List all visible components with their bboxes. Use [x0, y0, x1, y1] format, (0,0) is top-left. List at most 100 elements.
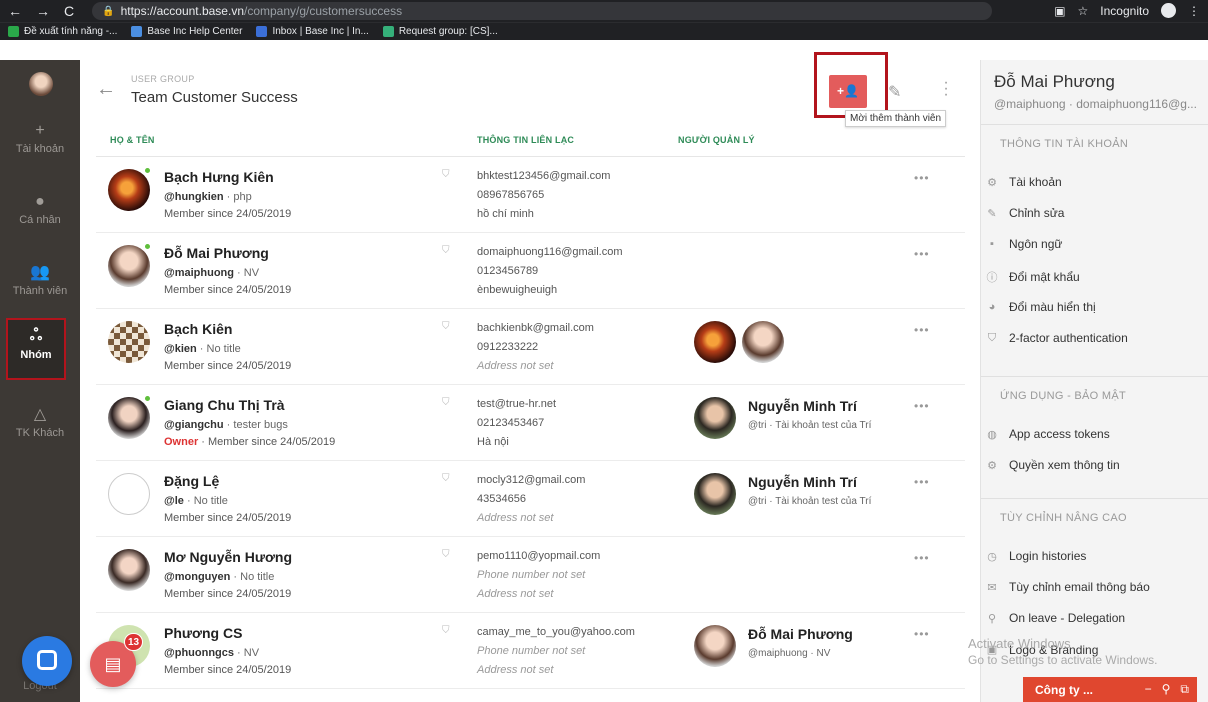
- chat-button[interactable]: [22, 636, 72, 686]
- row-more-icon[interactable]: •••: [914, 627, 930, 641]
- account-menu-item[interactable]: ✉ Tùy chỉnh email thông báo: [985, 580, 1149, 594]
- manager-name[interactable]: Nguyễn Minh Trí: [748, 474, 857, 490]
- contact-info: pemo1110@yopmail.com Phone number not set…: [477, 550, 601, 600]
- manager-avatar[interactable]: [742, 321, 784, 363]
- more-vertical-icon[interactable]: · · ·: [942, 75, 950, 103]
- account-menu-item[interactable]: ◷ Login histories: [985, 549, 1086, 563]
- contact-info: test@true-hr.net 02123453467 Hà nội: [477, 398, 557, 448]
- member-since: Member since 24/05/2019: [164, 664, 292, 676]
- avatar[interactable]: [108, 473, 150, 515]
- manager-avatar[interactable]: [694, 473, 736, 515]
- bookmark-favicon-icon: [256, 26, 268, 37]
- chat-icon: [37, 650, 57, 670]
- forward-arrow-icon[interactable]: →: [36, 3, 50, 19]
- member-since: Member since 24/05/2019: [164, 360, 292, 372]
- manager-avatar[interactable]: [694, 397, 736, 439]
- bookmark-item[interactable]: Đề xuất tính năng -...: [8, 26, 117, 37]
- row-more-icon[interactable]: •••: [914, 475, 930, 489]
- nav-item-tk-khach[interactable]: △ TK Khách: [0, 404, 80, 439]
- column-header-name: HỌ & TÊN: [110, 135, 155, 145]
- avatar[interactable]: [108, 397, 150, 439]
- account-menu-item[interactable]: ⓘ Đổi mật khẩu: [985, 269, 1080, 285]
- bookmark-item[interactable]: Request group: [CS]...: [382, 26, 498, 37]
- section-divider: [981, 376, 1208, 377]
- member-name[interactable]: Bạch Kiên: [164, 321, 232, 337]
- clock-icon: ◷: [987, 550, 997, 563]
- address-bar[interactable]: 🔒 https://account.base.vn/company/g/cust…: [92, 2, 993, 20]
- avatar[interactable]: [29, 72, 53, 96]
- table-row[interactable]: Mơ Nguyễn Hương @monguyen · No title Membe…: [96, 537, 965, 613]
- add-member-button[interactable]: +👤: [829, 75, 867, 108]
- left-navigation: + Tài khoản ● Cá nhân 👥 Thành viên ஃ Nhóm △ T…: [0, 60, 80, 702]
- bookmarks-bar: Đề xuất tính năng -... Base Inc Help Cent…: [0, 22, 1208, 40]
- table-row[interactable]: Giang Chu Thị Trà @giangchu · tester bugs…: [96, 385, 965, 461]
- back-arrow-icon[interactable]: ←: [96, 78, 116, 101]
- row-more-icon[interactable]: •••: [914, 171, 930, 185]
- table-row[interactable]: Bạch Hưng Kiên @hungkien · php Member sinc…: [96, 157, 965, 233]
- contact-info: bachkienbk@gmail.com 0912233222 Address no…: [477, 322, 594, 372]
- manager-avatar[interactable]: [694, 321, 736, 363]
- external-link-icon[interactable]: ⧉: [1180, 682, 1189, 697]
- member-name[interactable]: Phương CS: [164, 625, 242, 641]
- avatar[interactable]: [108, 549, 150, 591]
- nav-item-ca-nhan[interactable]: ● Cá nhân: [0, 193, 80, 226]
- member-name[interactable]: Đỗ Mai Phương: [164, 245, 269, 261]
- contact-info: mocly312@gmail.com 43534656 Address not se…: [477, 474, 586, 524]
- row-more-icon[interactable]: •••: [914, 551, 930, 565]
- pencil-icon[interactable]: ✎: [888, 82, 901, 102]
- manager-name[interactable]: Nguyễn Minh Trí: [748, 398, 857, 414]
- section-divider: [981, 498, 1208, 499]
- row-more-icon[interactable]: •••: [914, 399, 930, 413]
- account-menu-item[interactable]: ▪ Ngôn ngữ: [985, 237, 1062, 251]
- gear-icon: ⚙: [987, 459, 997, 472]
- manager-name[interactable]: Đỗ Mai Phương: [748, 626, 853, 642]
- account-menu-item[interactable]: ✎ Chỉnh sửa: [985, 206, 1064, 220]
- member-name[interactable]: Mơ Nguyễn Hương: [164, 549, 292, 565]
- company-bar[interactable]: Công ty ... − ⚲ ⧉: [1023, 677, 1197, 702]
- share-icon: ⚲: [987, 612, 997, 625]
- minimize-icon[interactable]: −: [1145, 682, 1152, 697]
- member-name[interactable]: Đặng Lệ: [164, 473, 219, 489]
- manager-avatar[interactable]: [694, 625, 736, 667]
- main-content: ← USER GROUP Team Customer Success +👤 Mờ…: [80, 52, 980, 702]
- section-title: TÙY CHỈNH NÂNG CAO: [1000, 512, 1127, 524]
- table-row[interactable]: Bạch Kiên @kien · No title Member since 24…: [96, 309, 965, 385]
- bookmark-item[interactable]: Base Inc Help Center: [131, 26, 242, 37]
- account-menu-item[interactable]: ⚙ Quyền xem thông tin: [985, 458, 1120, 472]
- nav-item-tai-khoan[interactable]: + Tài khoản: [0, 122, 80, 155]
- row-more-icon[interactable]: •••: [914, 247, 930, 261]
- translate-icon[interactable]: ▣: [1054, 4, 1065, 18]
- bookmark-item[interactable]: Inbox | Base Inc | In...: [256, 26, 369, 37]
- member-name[interactable]: Giang Chu Thị Trà: [164, 397, 285, 413]
- account-menu-item[interactable]: ⛉ 2-factor authentication: [985, 331, 1128, 345]
- account-menu-item[interactable]: ◕ Đổi màu hiển thị: [985, 300, 1096, 314]
- reload-icon[interactable]: C: [64, 3, 74, 19]
- account-menu-item[interactable]: ◍ App access tokens: [985, 427, 1110, 441]
- add-member-tooltip: Mời thêm thành viên: [845, 110, 947, 127]
- star-icon[interactable]: ☆: [1078, 4, 1089, 18]
- table-row[interactable]: Phương CS @phuonngcs · NV Member since 24/…: [96, 613, 965, 689]
- member-handle-title: @kien · No title: [164, 343, 241, 355]
- account-menu-item[interactable]: ⚲ On leave - Delegation: [985, 611, 1125, 625]
- menu-kebab-icon[interactable]: ⋮: [1188, 4, 1200, 18]
- avatar[interactable]: [108, 245, 150, 287]
- column-header-manager: NGƯỜI QUẢN LÝ: [678, 135, 755, 145]
- member-name[interactable]: Bạch Hưng Kiên: [164, 169, 274, 185]
- account-menu-item[interactable]: ⚙ Tài khoản: [985, 175, 1062, 189]
- table-row[interactable]: Đặng Lệ @le · No title Member since 24/05/…: [96, 461, 965, 537]
- avatar[interactable]: [108, 169, 150, 211]
- avatar[interactable]: [108, 321, 150, 363]
- back-arrow-icon[interactable]: ←: [8, 3, 22, 19]
- bookmark-favicon-icon: [131, 26, 143, 37]
- member-since: Owner · Member since 24/05/2019: [164, 436, 336, 448]
- language-icon: ▪: [990, 238, 994, 251]
- bookmark-favicon-icon: [382, 26, 394, 37]
- nav-item-nhom[interactable]: ஃ Nhóm: [6, 318, 66, 380]
- incognito-icon[interactable]: [1161, 3, 1176, 18]
- search-icon[interactable]: ⚲: [1162, 682, 1171, 697]
- shield-icon: ⛉: [442, 473, 450, 484]
- table-row[interactable]: Đỗ Mai Phương @maiphuong · NV Member since…: [96, 233, 965, 309]
- nav-item-thanh-vien[interactable]: 👥 Thành viên: [0, 262, 80, 297]
- row-more-icon[interactable]: •••: [914, 323, 930, 337]
- section-title: ỨNG DỤNG - BẢO MẬT: [1000, 390, 1127, 402]
